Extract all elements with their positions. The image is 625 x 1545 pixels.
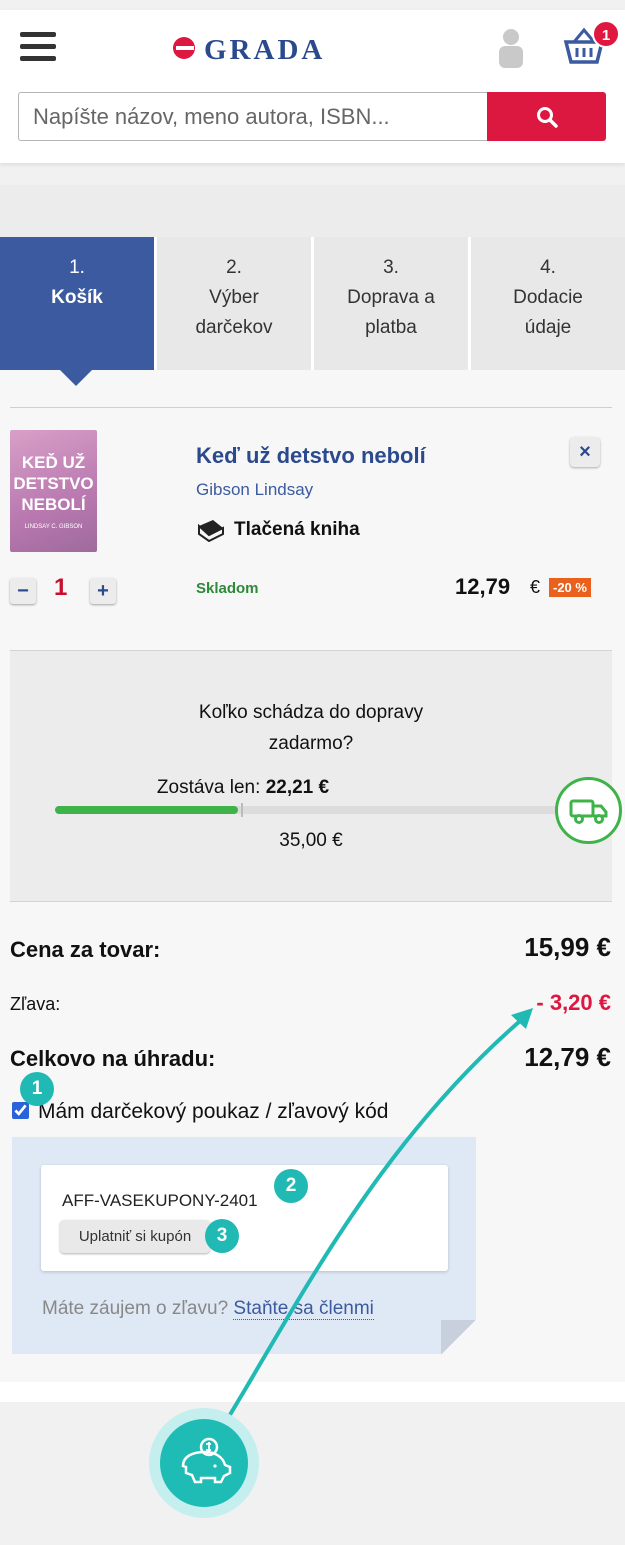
step-marker-2: 2 [274, 1169, 308, 1203]
step-marker-1: 1 [20, 1072, 54, 1106]
piggy-bank-badge [149, 1408, 259, 1518]
step-marker-3: 3 [205, 1219, 239, 1253]
piggy-bank-icon [160, 1419, 248, 1507]
annotation-arrow [220, 1008, 533, 1430]
